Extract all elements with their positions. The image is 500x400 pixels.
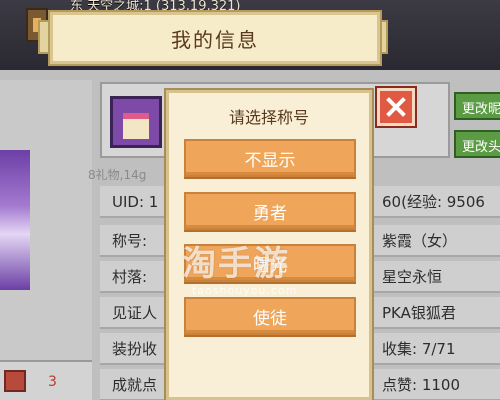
avatar[interactable] xyxy=(110,96,162,148)
watermark-url: taoshouyou.com xyxy=(192,284,298,297)
profile-faded-text: 8礼物,14g xyxy=(88,168,147,182)
level-value: 60(经验: 9506 xyxy=(372,186,500,218)
character-figure xyxy=(0,150,30,290)
option-hero[interactable]: 勇者 xyxy=(184,192,356,230)
close-button[interactable] xyxy=(377,88,415,126)
village-value: 星空永恒 xyxy=(372,261,500,293)
dialog-title: 请选择称号 xyxy=(228,108,309,127)
character-stat-icon xyxy=(4,370,26,392)
window-title-banner: 我的信息 xyxy=(50,12,380,64)
option-apostle[interactable]: 使徒 xyxy=(184,297,356,335)
uid-label: UID: 1 xyxy=(100,186,170,218)
village-label: 村落: xyxy=(100,261,170,293)
close-icon xyxy=(386,97,406,117)
collection-value: 收集: 7/71 xyxy=(372,333,500,365)
character-stat-count: 3 xyxy=(48,374,57,390)
achievement-label: 成就点 xyxy=(100,369,170,400)
change-nickname-button[interactable]: 更改昵 xyxy=(454,92,500,120)
option-hide-title[interactable]: 不显示 xyxy=(184,139,356,177)
likes-value: 点赞: 1100 xyxy=(372,369,500,400)
witness-label: 见证人 xyxy=(100,297,170,329)
outfit-collection-label: 装扮收 xyxy=(100,333,170,365)
watermark-logo: 淘手游 xyxy=(182,244,290,284)
window-title: 我的信息 xyxy=(171,27,259,52)
witness-value: PKA银狐君 xyxy=(372,297,500,329)
title-label: 称号: xyxy=(100,225,170,257)
change-avatar-button[interactable]: 更改头 xyxy=(454,130,500,158)
partner-value: 紫霞（女） xyxy=(372,225,500,257)
